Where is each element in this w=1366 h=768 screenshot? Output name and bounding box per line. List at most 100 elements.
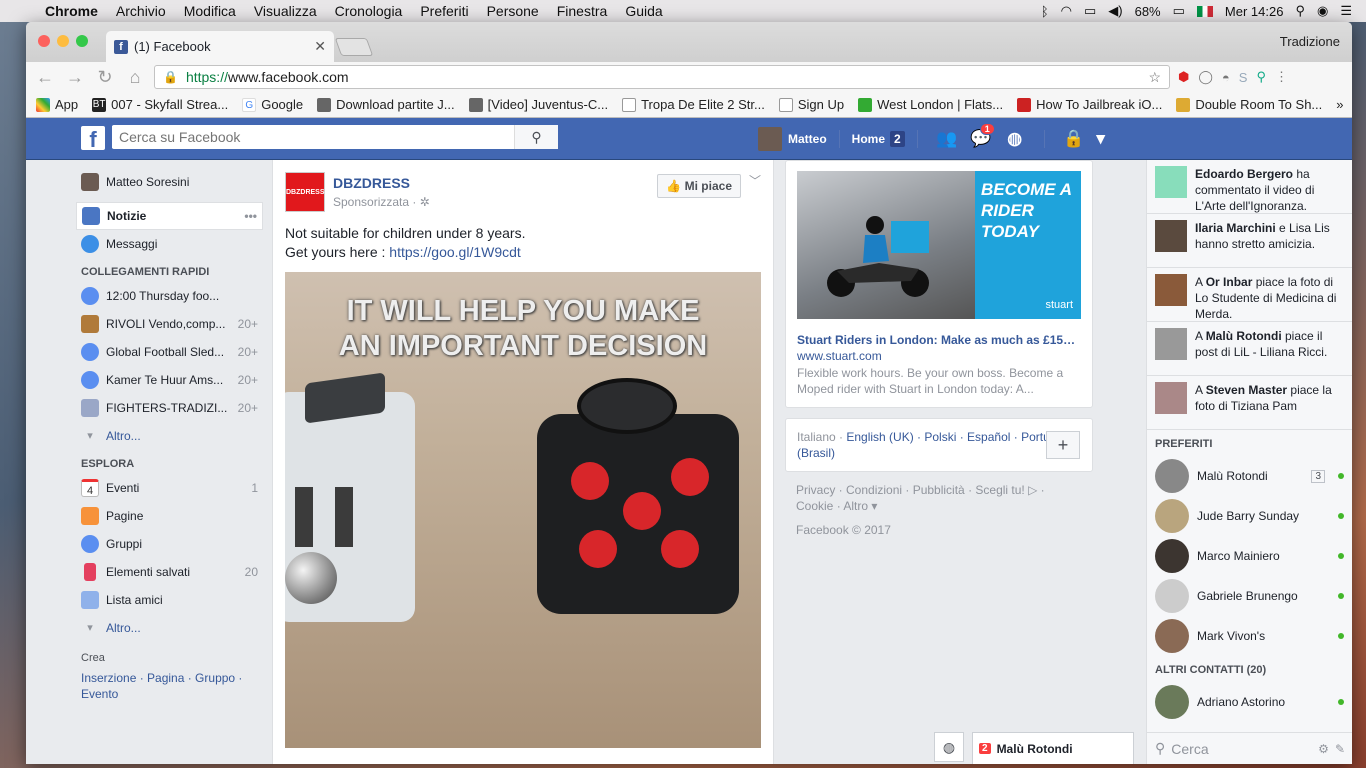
chat-search-input[interactable]: Cerca [1171, 741, 1208, 757]
menu-item[interactable]: Visualizza [245, 3, 326, 19]
chat-contact[interactable]: Adriano Astorino [1147, 682, 1352, 722]
sidebar-item-events[interactable]: 4 Eventi 1 [76, 474, 263, 502]
facebook-logo-icon[interactable]: f [81, 126, 105, 152]
menu-item[interactable]: Cronologia [326, 3, 412, 19]
incognito-extension-icon[interactable]: ◓ [1222, 70, 1230, 85]
chat-contact[interactable]: Malù Rotondi 3 [1147, 456, 1352, 496]
menu-clock[interactable]: Mer 14:26 [1225, 4, 1284, 19]
sidebar-more-explore[interactable]: ▾ Altro... [76, 614, 263, 642]
home-icon[interactable]: ⌂ [124, 67, 146, 88]
bookmark-item[interactable]: [Video] Juventus-C... [468, 97, 608, 112]
sidebar-item-news-feed[interactable]: Notizie ••• [76, 202, 263, 230]
chrome-menu-icon[interactable]: ⋮ [1275, 69, 1288, 85]
close-tab-icon[interactable]: ✕ [314, 38, 326, 55]
post-options-chevron-icon[interactable]: ﹀ [749, 172, 761, 189]
account-menu-chevron-icon[interactable]: ▾ [1091, 129, 1111, 149]
bookmark-item[interactable]: G Google [242, 97, 303, 112]
bookmark-item[interactable]: BT 007 - Skyfall Strea... [92, 97, 228, 112]
sidebar-shortcut[interactable]: RIVOLI Vendo,comp... 20+ [76, 310, 263, 338]
sidebar-more-shortcuts[interactable]: ▾ Altro... [76, 422, 263, 450]
zoom-window-button[interactable] [76, 35, 88, 47]
notifications-globe-icon[interactable]: ◍ [998, 129, 1032, 149]
bluetooth-icon[interactable]: ᛒ [1041, 4, 1049, 19]
airplay-icon[interactable]: ▭ [1084, 3, 1096, 19]
home-link[interactable]: Home 2 [852, 131, 905, 147]
profile-name[interactable]: Tradizione [1280, 34, 1340, 49]
profile-link[interactable]: Matteo [758, 127, 827, 151]
sidebar-item-friend-lists[interactable]: Lista amici [76, 586, 263, 614]
compose-icon[interactable]: ✎ [1335, 742, 1345, 756]
wifi-icon[interactable]: ◠ [1061, 3, 1072, 19]
sidebar-shortcut[interactable]: Kamer Te Huur Ams... 20+ [76, 366, 263, 394]
globe-icon[interactable]: ◍ [934, 732, 964, 762]
bookmark-apps[interactable]: App [36, 97, 78, 112]
volume-icon[interactable]: ◀) [1108, 3, 1122, 19]
bookmark-item[interactable]: Sign Up [778, 97, 844, 112]
skype-extension-icon[interactable]: S [1239, 70, 1248, 85]
extension-icon[interactable]: ◯ [1198, 69, 1213, 85]
siri-icon[interactable]: ◉ [1317, 3, 1328, 19]
sidebar-item-pages[interactable]: Pagine [76, 502, 263, 530]
menu-item[interactable]: Archivio [107, 3, 175, 19]
browser-tab[interactable]: f (1) Facebook ✕ [106, 31, 334, 62]
page-like-button[interactable]: 👍 Mi piace [657, 174, 741, 198]
notification-center-icon[interactable]: ☰ [1340, 3, 1352, 19]
bookmark-item[interactable]: Double Room To Sh... [1176, 97, 1322, 112]
bookmark-item[interactable]: Download partite J... [317, 97, 455, 112]
menu-app-name[interactable]: Chrome [36, 3, 107, 19]
chat-tab[interactable]: 2 Malù Rotondi [972, 732, 1134, 764]
back-icon[interactable]: ← [34, 67, 56, 88]
close-window-button[interactable] [38, 35, 50, 47]
search-icon[interactable]: ⚲ [514, 125, 558, 149]
settings-gear-icon[interactable]: ⚙ [1318, 742, 1329, 756]
search-extension-icon[interactable]: ⚲ [1256, 69, 1266, 85]
bookmark-item[interactable]: Tropa De Elite 2 Str... [622, 97, 765, 112]
ticker-item[interactable]: Ilaria Marchini e Lisa Lis hanno stretto… [1147, 214, 1352, 268]
bookmark-item[interactable]: West London | Flats... [858, 97, 1003, 112]
create-links[interactable]: Inserzione · Pagina · Gruppo · Evento [76, 670, 263, 702]
menu-item[interactable]: Preferiti [411, 3, 477, 19]
lock-icon[interactable]: 🔒 [163, 70, 178, 84]
post-page-name[interactable]: DBZDRESS [333, 175, 430, 191]
bookmarks-overflow-button[interactable]: » [1336, 97, 1343, 112]
chat-contact[interactable]: Gabriele Brunengo [1147, 576, 1352, 616]
sidebar-shortcut[interactable]: 12:00 Thursday foo... [76, 282, 263, 310]
menu-item[interactable]: Persone [478, 3, 548, 19]
footer-links[interactable]: Privacy · Condizioni · Pubblicità · Sceg… [796, 482, 1082, 514]
post-link[interactable]: https://goo.gl/1W9cdt [389, 244, 521, 260]
menu-item[interactable]: Finestra [548, 3, 617, 19]
battery-percent[interactable]: 68% [1135, 4, 1161, 19]
chat-contact[interactable]: Mark Vivon's [1147, 616, 1352, 656]
sidebar-shortcut[interactable]: Global Football Sled... 20+ [76, 338, 263, 366]
friend-requests-icon[interactable]: 👥 [930, 129, 964, 149]
flag-icon[interactable] [1196, 5, 1213, 17]
ad-title[interactable]: Stuart Riders in London: Make as much as… [797, 333, 1081, 347]
add-language-button[interactable]: + [1046, 431, 1080, 459]
new-tab-button[interactable] [334, 38, 374, 56]
more-options-icon[interactable]: ••• [244, 209, 257, 223]
chat-contact[interactable]: Jude Barry Sunday [1147, 496, 1352, 536]
bookmark-item[interactable]: How To Jailbreak iO... [1017, 97, 1162, 112]
facebook-search-input[interactable] [112, 126, 514, 148]
address-bar[interactable]: 🔒 https://www.facebook.com ☆ [154, 65, 1170, 89]
ticker-item[interactable]: A Malù Rotondi piace il post di LiL - Li… [1147, 322, 1352, 376]
spotlight-icon[interactable]: ⚲ [1295, 3, 1305, 19]
forward-icon[interactable]: → [64, 67, 86, 88]
sidebar-shortcut[interactable]: FIGHTERS-TRADIZI... 20+ [76, 394, 263, 422]
post-image[interactable]: IT WILL HELP YOU MAKE AN IMPORTANT DECIS… [285, 272, 761, 748]
page-avatar[interactable]: DBZDRESS [285, 172, 325, 212]
sidebar-profile-link[interactable]: Matteo Soresini [76, 168, 263, 196]
sidebar-item-messages[interactable]: Messaggi [76, 230, 263, 258]
adblock-extension-icon[interactable]: ⬢ [1178, 69, 1189, 85]
menu-item[interactable]: Modifica [175, 3, 245, 19]
ad-domain[interactable]: www.stuart.com [797, 349, 1081, 363]
sidebar-item-saved[interactable]: Elementi salvati 20 [76, 558, 263, 586]
chat-contact[interactable]: Marco Mainiero [1147, 536, 1352, 576]
ticker-item[interactable]: Edoardo Bergero ha commentato il video d… [1147, 160, 1352, 214]
quick-help-icon[interactable]: 🔒 [1057, 129, 1091, 149]
battery-icon[interactable]: ▭ [1173, 3, 1185, 19]
bookmark-star-icon[interactable]: ☆ [1148, 69, 1161, 86]
minimize-window-button[interactable] [57, 35, 69, 47]
ad-image[interactable]: BECOME A RIDER TODAY stuart [797, 171, 1081, 319]
reload-icon[interactable]: ↻ [94, 67, 116, 88]
